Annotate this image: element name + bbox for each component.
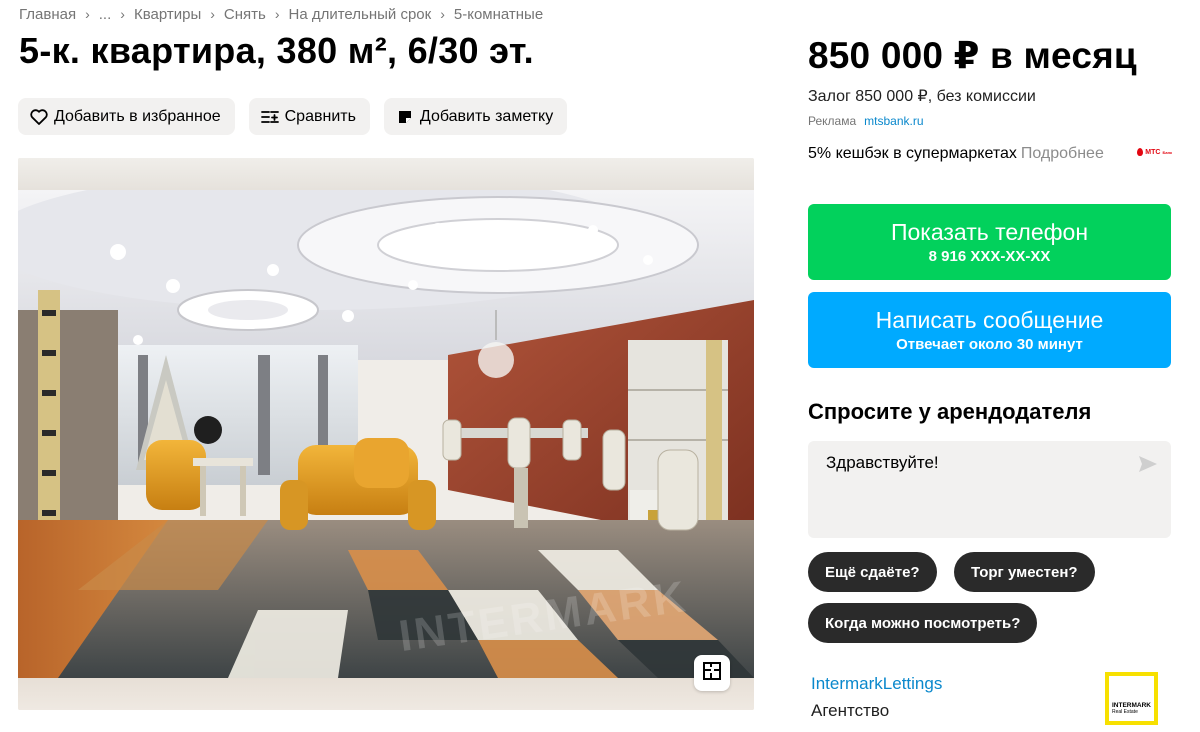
floor-plan-icon bbox=[702, 661, 722, 686]
mts-bank-logo[interactable]: МТС Банк bbox=[1137, 148, 1172, 156]
chip-bargain[interactable]: Торг уместен? bbox=[954, 552, 1095, 592]
rent-price: 850 000 ₽ в месяц bbox=[808, 35, 1137, 76]
floor-plan-button[interactable] bbox=[694, 655, 730, 691]
mts-egg-icon bbox=[1137, 148, 1144, 156]
page-title: 5-к. квартира, 380 м², 6/30 эт. bbox=[19, 30, 534, 71]
chip-when-to-view[interactable]: Когда можно посмотреть? bbox=[808, 603, 1038, 643]
compare-icon bbox=[260, 108, 279, 126]
seller-type: Агентство bbox=[811, 701, 890, 720]
seller-logo[interactable]: INTERMARK Real Estate bbox=[1105, 672, 1158, 725]
show-phone-label: Показать телефон bbox=[890, 219, 1089, 245]
note-icon bbox=[396, 108, 414, 126]
seller-logo-line2: Real Estate bbox=[1112, 709, 1138, 715]
breadcrumb-rent[interactable]: Снять bbox=[224, 6, 266, 23]
chevron-right-icon: › bbox=[210, 6, 215, 22]
breadcrumb-collapsed[interactable]: ... bbox=[99, 6, 112, 23]
ad-label: Реклама bbox=[808, 114, 857, 128]
ask-message-field[interactable]: Здравствуйте! bbox=[808, 441, 1171, 538]
cashback-ad[interactable]: 5% кешбэк в супермаркетах Подробнее МТС … bbox=[808, 143, 1172, 165]
photo-blur-bottom bbox=[18, 678, 754, 710]
chevron-right-icon: › bbox=[274, 6, 280, 22]
send-icon[interactable] bbox=[1137, 453, 1159, 475]
chevron-right-icon: › bbox=[85, 6, 90, 22]
seller-name-link[interactable]: IntermarkLettings bbox=[811, 674, 942, 694]
chip-still-renting[interactable]: Ещё сдаёте? bbox=[808, 552, 937, 592]
add-note-button[interactable]: Добавить заметку bbox=[383, 98, 568, 135]
photo-blur-top bbox=[18, 158, 754, 190]
breadcrumb-home[interactable]: Главная bbox=[19, 6, 76, 23]
write-message-button[interactable]: Написать сообщение Отвечает около 30 мин… bbox=[808, 292, 1171, 368]
show-phone-button[interactable]: Показать телефон 8 916 XXX-XX-XX bbox=[808, 204, 1171, 280]
ad-label-line: Реклама mtsbank.ru bbox=[808, 114, 924, 128]
chevron-right-icon: › bbox=[440, 6, 445, 22]
breadcrumb: Главная › ... › Квартиры › Снять › На дл… bbox=[19, 4, 543, 24]
heart-icon bbox=[30, 108, 48, 126]
add-to-favorites-label: Добавить в избранное bbox=[54, 107, 221, 125]
ask-landlord-title: Спросите у арендодателя bbox=[808, 399, 1092, 424]
ask-message-value: Здравствуйте! bbox=[826, 453, 939, 472]
response-time: Отвечает около 30 минут bbox=[896, 336, 1083, 353]
add-note-label: Добавить заметку bbox=[419, 107, 554, 125]
breadcrumb-long-term[interactable]: На длительный срок bbox=[289, 6, 432, 23]
cashback-more-link[interactable]: Подробнее bbox=[1021, 145, 1104, 163]
cashback-text: 5% кешбэк в супермаркетах bbox=[808, 145, 1017, 162]
compare-button[interactable]: Сравнить bbox=[248, 98, 370, 135]
write-message-label: Написать сообщение bbox=[875, 307, 1104, 333]
add-to-favorites-button[interactable]: Добавить в избранное bbox=[18, 98, 235, 135]
ad-link[interactable]: mtsbank.ru bbox=[864, 114, 923, 128]
mts-logo-subtext: Банк bbox=[1162, 149, 1172, 155]
listing-photo[interactable]: INTERMARK bbox=[18, 158, 754, 710]
chevron-right-icon: › bbox=[120, 6, 125, 22]
breadcrumb-apartments[interactable]: Квартиры bbox=[134, 6, 201, 23]
seller-logo-line1: INTERMARK bbox=[1112, 702, 1151, 709]
mts-logo-text: МТС bbox=[1145, 148, 1161, 156]
phone-masked: 8 916 XXX-XX-XX bbox=[928, 248, 1051, 265]
breadcrumb-5-rooms[interactable]: 5-комнатные bbox=[454, 6, 543, 23]
deposit-info: Залог 850 000 ₽, без комиссии bbox=[808, 88, 1036, 105]
compare-label: Сравнить bbox=[284, 107, 356, 125]
listing-actions: Добавить в избранное Сравнить Добавить з… bbox=[18, 98, 568, 135]
